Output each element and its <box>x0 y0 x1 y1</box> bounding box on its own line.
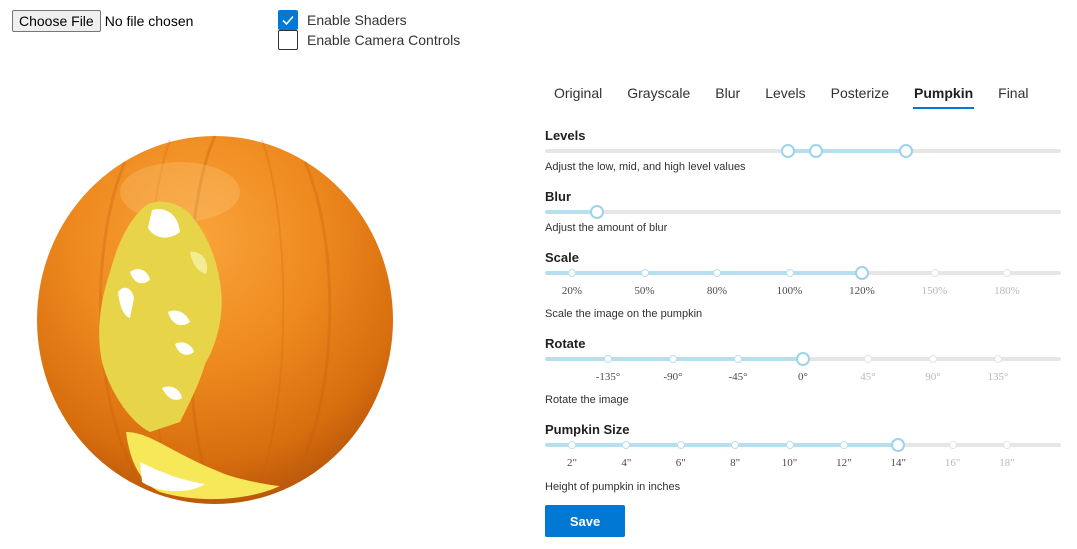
rotate-thumb[interactable] <box>796 352 810 366</box>
levels-mid-thumb[interactable] <box>808 144 823 158</box>
scale-slider[interactable] <box>545 266 1061 280</box>
blur-slider-fill <box>545 210 597 214</box>
tick-label: 18" <box>999 457 1015 469</box>
slider-tick[interactable] <box>785 269 794 277</box>
slider-tick[interactable] <box>568 269 576 277</box>
enable-shaders-option[interactable]: Enable Shaders <box>278 10 460 30</box>
tick-label: 150% <box>921 285 948 297</box>
scale-description: Scale the image on the pumpkin <box>545 308 703 320</box>
tick-label: 12" <box>836 457 852 469</box>
blur-label: Blur <box>545 189 571 204</box>
levels-label: Levels <box>545 128 586 143</box>
slider-tick[interactable] <box>640 269 649 277</box>
scale-slider-fill <box>545 271 862 275</box>
slider-tick[interactable] <box>1003 441 1011 449</box>
choose-file-button[interactable]: Choose File <box>12 10 101 32</box>
tab-pumpkin[interactable]: Pumpkin <box>905 79 982 109</box>
slider-tick[interactable] <box>864 355 872 363</box>
tick-label: 8" <box>730 457 741 469</box>
slider-tick[interactable] <box>929 355 937 363</box>
tick-label: 20% <box>561 285 583 297</box>
slider-tick[interactable] <box>994 355 1002 363</box>
tick-label: 0° <box>798 371 808 383</box>
tab-final[interactable]: Final <box>989 79 1037 109</box>
tick-label: -135° <box>595 371 621 383</box>
tick-label: 16" <box>944 457 961 469</box>
enable-shaders-checkbox[interactable] <box>278 10 298 30</box>
slider-tick[interactable] <box>731 441 740 449</box>
levels-high-thumb[interactable] <box>899 144 914 158</box>
file-picker: Choose File No file chosen <box>12 10 193 32</box>
processing-tabs: Original Grayscale Blur Levels Posterize Pump… <box>545 79 1045 109</box>
checkmark-icon <box>282 15 294 26</box>
tab-grayscale[interactable]: Grayscale <box>618 79 699 109</box>
enable-shaders-label: Enable Shaders <box>307 12 407 28</box>
enable-camera-option[interactable]: Enable Camera Controls <box>278 30 460 50</box>
tick-label: 45° <box>860 371 876 383</box>
tick-label: -45° <box>728 371 748 383</box>
rotate-description: Rotate the image <box>545 394 629 406</box>
tick-label: 90° <box>925 371 941 383</box>
pumpkin-size-slider[interactable] <box>545 438 1061 452</box>
slider-tick[interactable] <box>948 441 957 449</box>
rotate-slider[interactable] <box>545 352 1061 366</box>
tick-label: 135° <box>987 371 1009 383</box>
tick-label: 6" <box>675 457 686 469</box>
pumpkin-size-description: Height of pumpkin in inches <box>545 481 681 493</box>
pumpkin-render <box>37 135 393 505</box>
tick-label: 120% <box>849 285 875 297</box>
tick-label: 14" <box>890 457 907 469</box>
render-options: Enable Shaders Enable Camera Controls <box>278 10 460 50</box>
enable-camera-label: Enable Camera Controls <box>307 32 461 48</box>
tick-label: 50% <box>634 285 655 297</box>
slider-tick[interactable] <box>713 269 721 277</box>
enable-camera-checkbox[interactable] <box>278 30 298 50</box>
tab-blur[interactable]: Blur <box>706 79 749 109</box>
slider-tick[interactable] <box>622 441 631 449</box>
tick-label: 2" <box>567 457 577 469</box>
tick-label: 80% <box>706 285 728 297</box>
tick-label: 4" <box>621 457 632 469</box>
slider-tick[interactable] <box>669 355 677 363</box>
tab-original[interactable]: Original <box>545 79 611 109</box>
slider-tick[interactable] <box>676 441 685 449</box>
blur-thumb[interactable] <box>589 205 604 219</box>
pumpkin-size-thumb[interactable] <box>891 438 906 452</box>
levels-slider[interactable] <box>545 144 1061 158</box>
tick-label: 10" <box>781 457 798 469</box>
file-status-text: No file chosen <box>104 13 194 29</box>
levels-slider-fill <box>787 149 907 153</box>
scale-label: Scale <box>545 250 579 265</box>
slider-tick[interactable] <box>604 355 612 363</box>
slider-tick[interactable] <box>785 441 794 449</box>
tab-levels[interactable]: Levels <box>756 79 814 109</box>
slider-tick[interactable] <box>734 355 742 363</box>
slider-tick[interactable] <box>930 269 939 277</box>
tick-label: 100% <box>776 285 803 297</box>
blur-description: Adjust the amount of blur <box>545 222 668 234</box>
tick-label: -90° <box>663 371 683 383</box>
rotate-label: Rotate <box>545 336 586 351</box>
slider-tick[interactable] <box>839 441 848 449</box>
slider-tick[interactable] <box>568 441 576 449</box>
scale-thumb[interactable] <box>855 266 869 280</box>
save-button[interactable]: Save <box>545 505 625 537</box>
blur-slider[interactable] <box>545 205 1061 219</box>
slider-tick[interactable] <box>1003 269 1011 277</box>
tab-posterize[interactable]: Posterize <box>822 79 898 109</box>
pumpkin-preview[interactable] <box>30 132 400 505</box>
pumpkin-size-label: Pumpkin Size <box>545 422 630 437</box>
levels-low-thumb[interactable] <box>780 144 795 158</box>
levels-description: Adjust the low, mid, and high level valu… <box>545 161 746 173</box>
tick-label: 180% <box>994 285 1020 297</box>
